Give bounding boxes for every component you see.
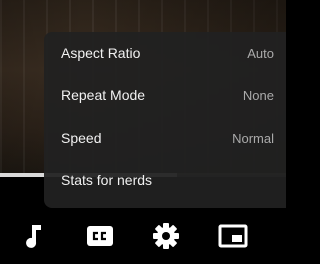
menu-item-label: Speed [61, 130, 102, 146]
menu-item-speed[interactable]: Speed Normal [44, 117, 286, 159]
music-note-icon [26, 225, 41, 248]
menu-item-label: Stats for nerds [61, 172, 153, 188]
settings-gear-icon [153, 223, 179, 249]
menu-item-value: Auto [247, 45, 274, 61]
menu-item-repeat-mode[interactable]: Repeat Mode None [44, 74, 286, 116]
menu-item-value: Normal [232, 130, 274, 146]
picture-in-picture-icon [218, 224, 248, 248]
music-button[interactable] [18, 220, 50, 252]
miniplayer-button[interactable] [217, 220, 249, 252]
closed-captions-icon [87, 226, 113, 246]
menu-item-value: None [242, 87, 274, 103]
menu-item-label: Repeat Mode [61, 87, 146, 103]
settings-button[interactable] [150, 220, 182, 252]
menu-item-aspect-ratio[interactable]: Aspect Ratio Auto [44, 32, 286, 74]
closed-captions-button[interactable] [84, 220, 116, 252]
menu-item-label: Aspect Ratio [61, 45, 141, 61]
settings-menu: Aspect Ratio Auto Repeat Mode None Speed… [44, 32, 286, 208]
menu-item-stats-for-nerds[interactable]: Stats for nerds [44, 159, 286, 201]
